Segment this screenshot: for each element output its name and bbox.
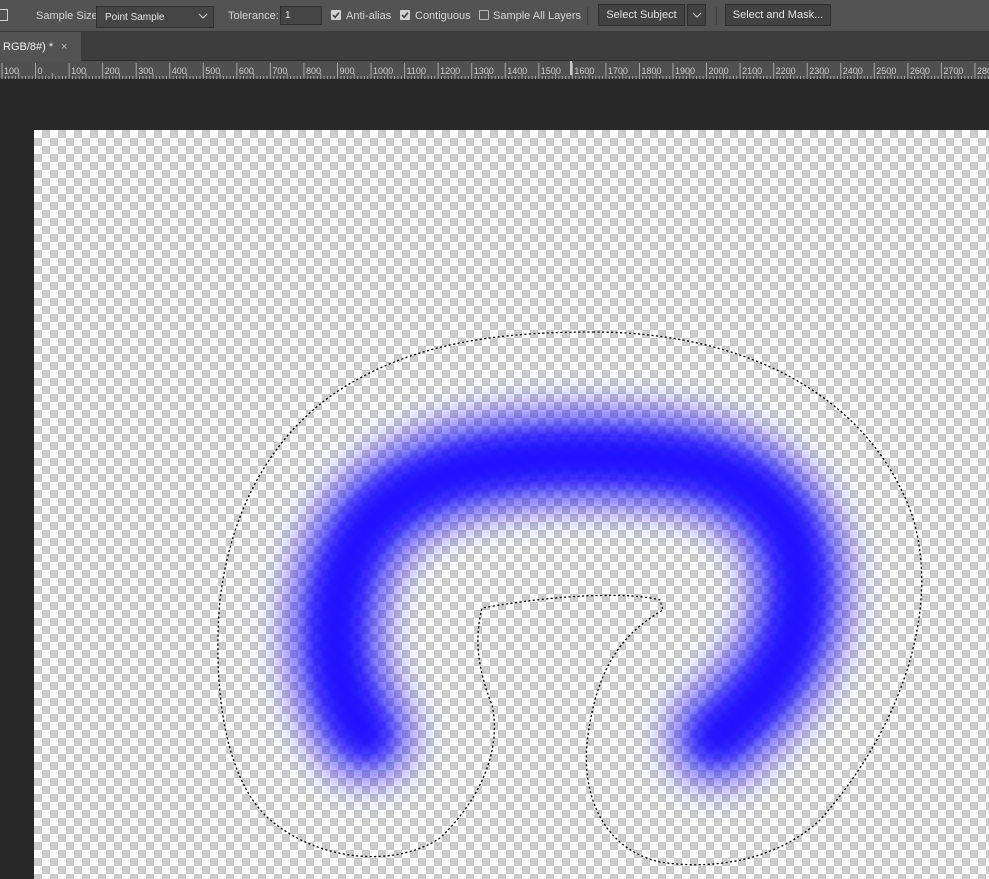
ruler-label: 1000 [373, 66, 394, 76]
ruler-label: 1700 [607, 66, 628, 76]
ruler-label: 1100 [406, 66, 426, 76]
sample-all-layers-checkbox[interactable] [479, 10, 489, 20]
anti-alias-checkbox[interactable] [331, 10, 341, 20]
checkmark-icon [332, 12, 340, 19]
close-icon[interactable]: × [61, 41, 67, 53]
ruler-label: 2400 [842, 66, 863, 76]
ruler-label: 1200 [440, 66, 461, 76]
ruler-label: 2500 [876, 66, 897, 76]
document-tab[interactable]: RGB/8#) * × [0, 32, 81, 61]
select-subject-options-button[interactable] [687, 4, 706, 26]
options-bar: Sample Size: Point Sample Tolerance: Ant… [0, 0, 989, 32]
document-canvas[interactable] [34, 130, 989, 879]
ruler-label: 2200 [775, 66, 796, 76]
ruler-label: 2300 [809, 66, 830, 76]
ruler-label: 2800 [976, 66, 989, 76]
ruler-label: 200 [104, 66, 120, 76]
ruler-label: 0 [37, 66, 43, 76]
anti-alias-label: Anti-alias [346, 10, 392, 22]
horizontal-ruler[interactable]: 100 0 100 200 300 400 500 600 700 800 900 1000 1100 1… [0, 61, 989, 79]
ruler-label: 800 [305, 66, 321, 76]
select-and-mask-button[interactable]: Select and Mask... [725, 4, 831, 26]
ruler-label: 1900 [675, 66, 696, 76]
ruler-label: 100 [4, 66, 20, 76]
contiguous-checkbox[interactable] [400, 10, 410, 20]
ruler-label: 400 [171, 66, 187, 76]
sample-size-dropdown[interactable]: Point Sample [96, 6, 214, 28]
ruler-label: 900 [339, 66, 355, 76]
sample-size-label: Sample Size: [36, 10, 101, 22]
ruler-label: 1600 [574, 66, 595, 76]
chevron-down-icon [692, 12, 701, 18]
ruler-label: 1800 [641, 66, 662, 76]
ruler-label: 500 [205, 66, 221, 76]
ruler-label: 100 [71, 66, 87, 76]
ruler-label: 2100 [742, 66, 763, 76]
ruler-label: 700 [272, 66, 288, 76]
tool-preset-icon[interactable] [0, 9, 8, 21]
ruler-label: 2600 [909, 66, 930, 76]
ruler-label: 2700 [943, 66, 964, 76]
chevron-down-icon [198, 13, 208, 19]
contiguous-label: Contiguous [415, 10, 471, 22]
ruler-label: 1400 [507, 66, 528, 76]
canvas-artwork [217, 331, 923, 866]
ruler-label: 600 [238, 66, 254, 76]
separator [716, 7, 717, 25]
sample-all-layers-label: Sample All Layers [493, 10, 582, 22]
tolerance-input[interactable] [280, 6, 322, 25]
document-tab-bar: RGB/8#) * × [0, 32, 989, 61]
select-subject-button[interactable]: Select Subject [598, 4, 685, 26]
separator [587, 7, 588, 25]
document-tab-title: RGB/8#) * [3, 41, 54, 53]
ruler-label: 1500 [540, 66, 561, 76]
checkmark-icon [401, 12, 409, 19]
sample-size-value: Point Sample [105, 12, 165, 23]
ruler-label: 300 [138, 66, 154, 76]
tolerance-label: Tolerance: [228, 10, 279, 22]
ruler-label: 1300 [473, 66, 494, 76]
ruler-label: 2000 [708, 66, 729, 76]
